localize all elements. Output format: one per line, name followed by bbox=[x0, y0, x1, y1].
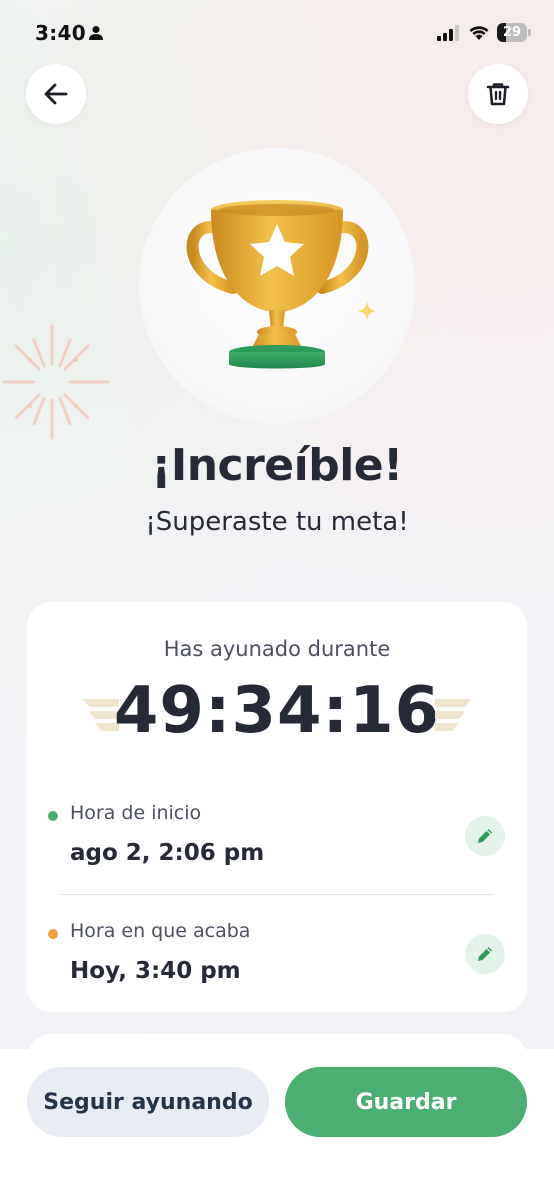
row-divider bbox=[60, 894, 494, 895]
sparkle-icon bbox=[357, 301, 377, 321]
pencil-icon bbox=[478, 829, 492, 843]
signal-icon bbox=[437, 25, 459, 41]
page-title: ¡Increíble! bbox=[151, 440, 403, 491]
person-icon bbox=[89, 26, 103, 40]
battery-icon: 29 bbox=[497, 23, 531, 42]
trash-icon bbox=[486, 83, 510, 106]
wing-right-icon bbox=[435, 699, 471, 731]
fast-summary-card: Has ayunado durante 49:34:16 Hora de ini… bbox=[27, 602, 527, 1012]
trophy-icon bbox=[186, 200, 369, 369]
edit-start-time-button[interactable] bbox=[465, 816, 505, 856]
firework-decoration-icon bbox=[2, 324, 110, 440]
pencil-icon bbox=[478, 947, 492, 961]
end-time-row: Hora en que acaba Hoy, 3:40 pm bbox=[27, 920, 527, 1000]
start-time-value: ago 2, 2:06 pm bbox=[70, 840, 265, 866]
page-subtitle: ¡Superaste tu meta! bbox=[145, 507, 409, 537]
end-time-label: Hora en que acaba bbox=[70, 920, 251, 942]
end-time-value: Hoy, 3:40 pm bbox=[70, 958, 241, 984]
duration-label: Has ayunado durante bbox=[163, 637, 391, 661]
status-time: 3:40 bbox=[35, 21, 86, 45]
bottom-action-bar: Seguir ayunando Guardar bbox=[0, 1049, 554, 1199]
end-status-dot bbox=[48, 929, 58, 939]
wifi-icon bbox=[469, 26, 489, 40]
back-button[interactable] bbox=[26, 64, 86, 124]
status-bar: 3:40 29 bbox=[0, 0, 554, 64]
start-status-dot bbox=[48, 811, 58, 821]
save-button[interactable]: Guardar bbox=[285, 1067, 527, 1137]
battery-level: 29 bbox=[502, 25, 522, 40]
arrow-left-icon bbox=[44, 83, 68, 105]
delete-button[interactable] bbox=[468, 64, 528, 124]
start-time-label: Hora de inicio bbox=[70, 802, 202, 824]
edit-end-time-button[interactable] bbox=[465, 934, 505, 974]
continue-fasting-button[interactable]: Seguir ayunando bbox=[27, 1067, 269, 1137]
start-time-row: Hora de inicio ago 2, 2:06 pm bbox=[27, 802, 527, 882]
